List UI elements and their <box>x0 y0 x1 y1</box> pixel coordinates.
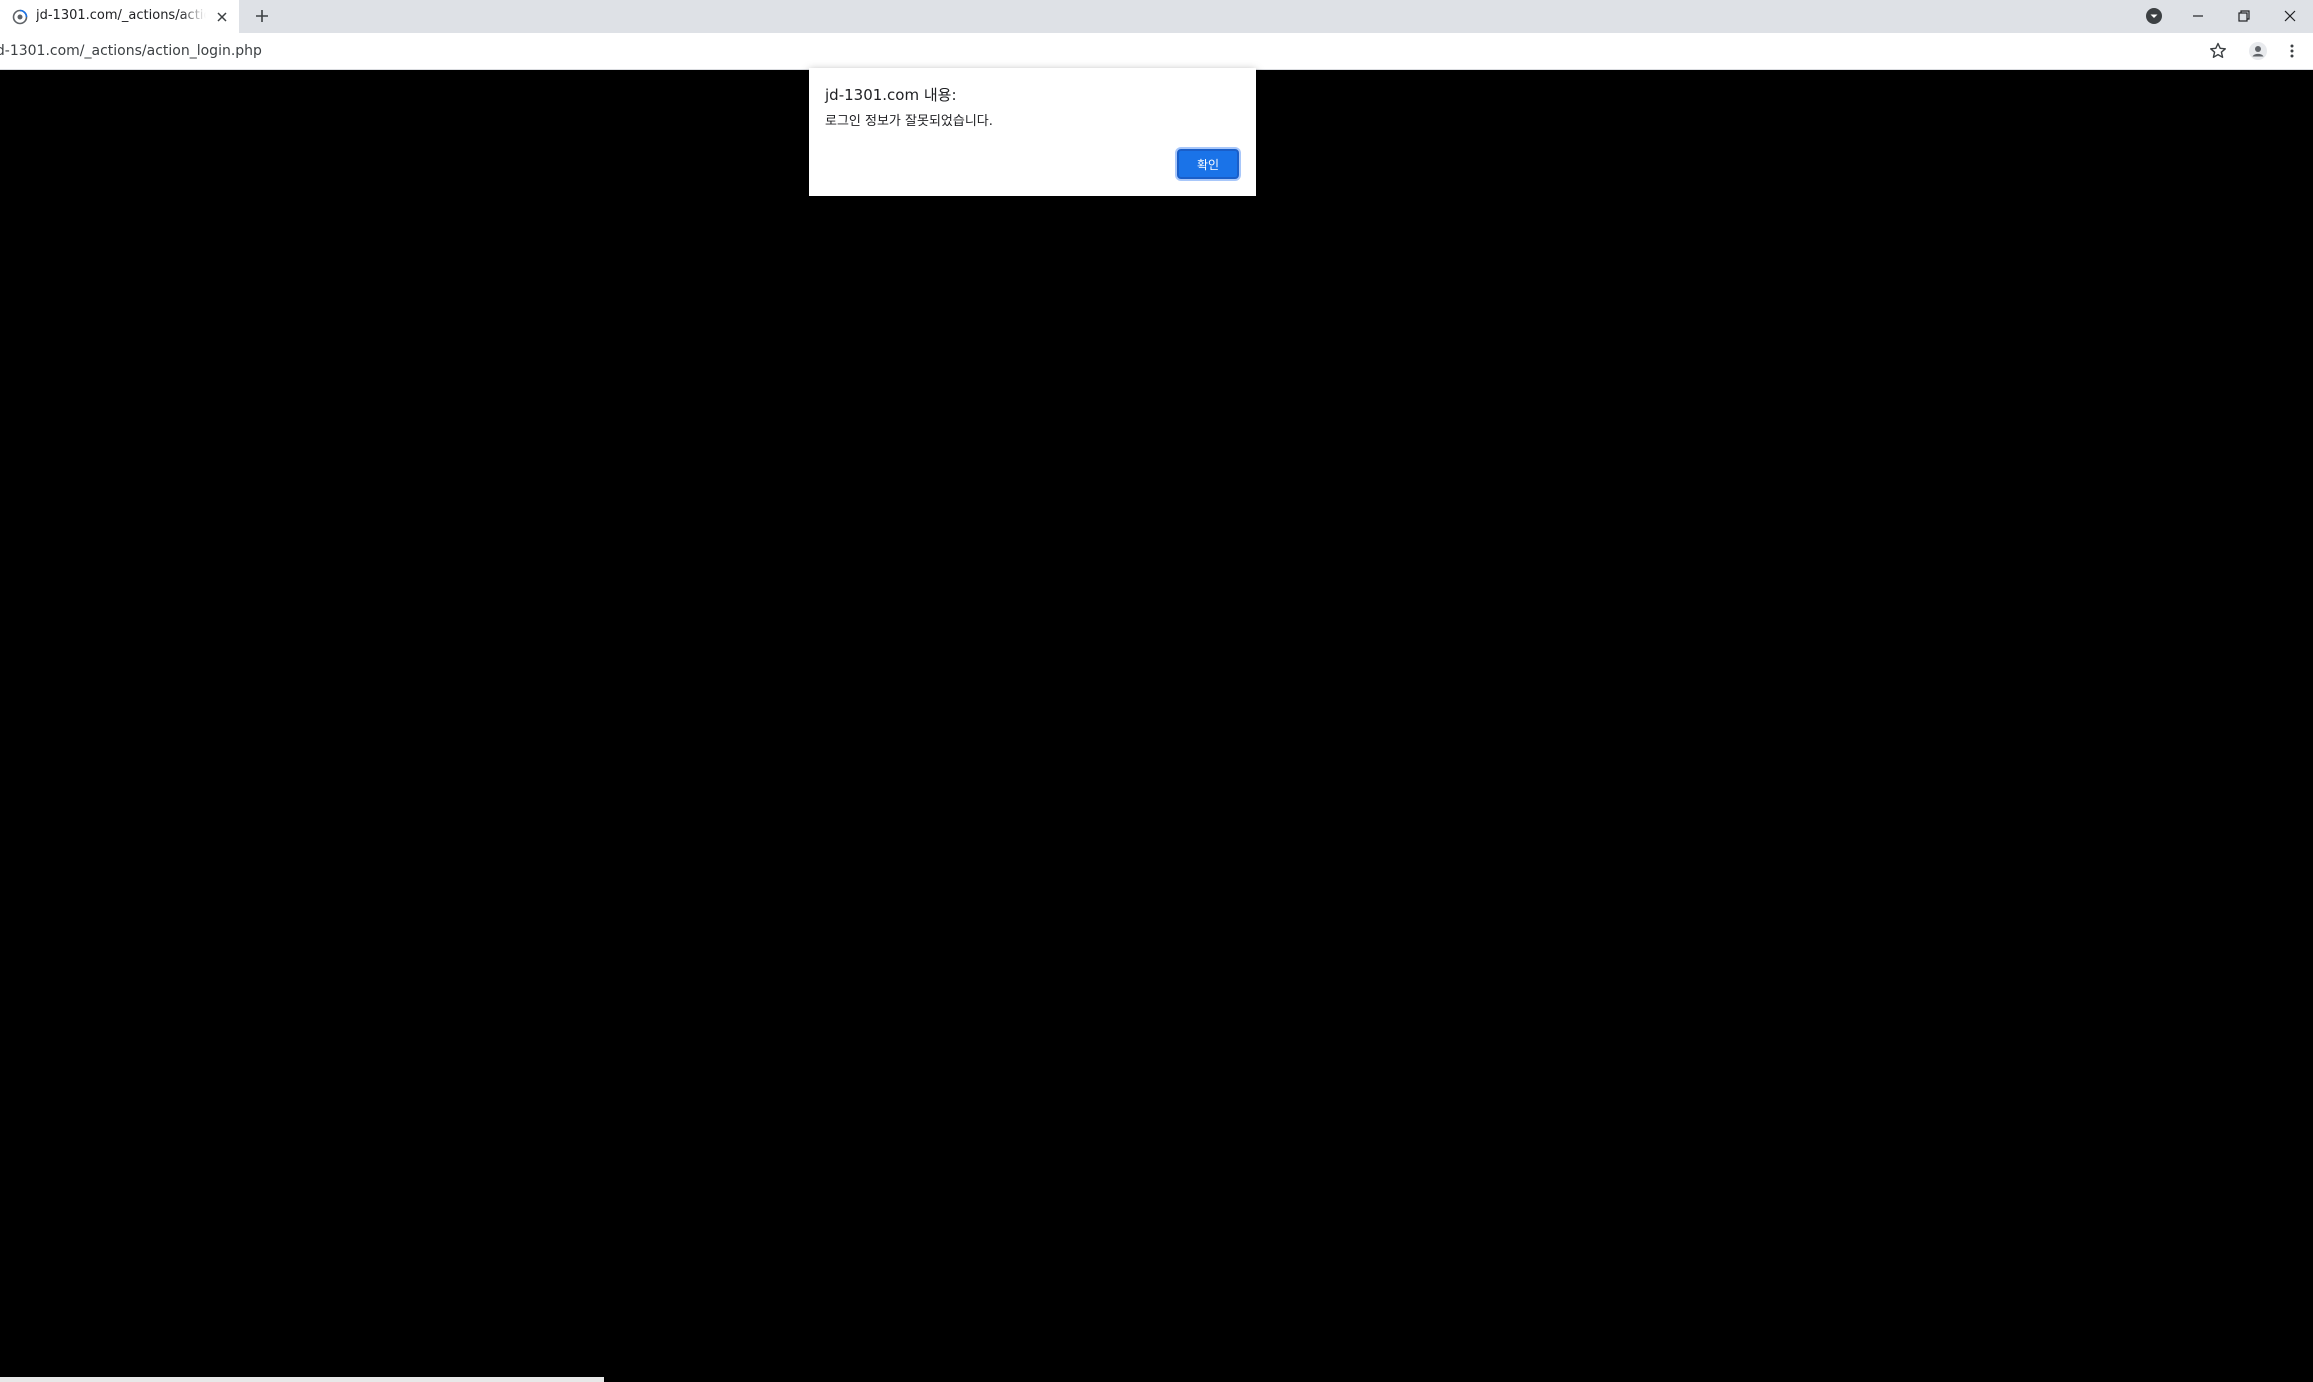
close-icon[interactable] <box>214 9 230 25</box>
ok-button[interactable]: 확인 <box>1177 149 1239 179</box>
tab-strip: jd-1301.com/_actions/action_login.php <box>0 0 2313 33</box>
alert-title: jd-1301.com 내용: <box>825 86 957 104</box>
browser-tab[interactable]: jd-1301.com/_actions/action_login.php <box>0 0 239 33</box>
alert-dialog: jd-1301.com 내용: 로그인 정보가 잘못되었습니다. 확인 <box>809 68 1256 196</box>
url-text: jd-1301.com/_actions/action_login.php <box>0 43 262 59</box>
minimize-icon[interactable] <box>2187 5 2209 27</box>
restore-icon[interactable] <box>2233 5 2255 27</box>
page-content <box>0 70 2313 1382</box>
tab-title: jd-1301.com/_actions/action_login.php <box>36 8 206 23</box>
menu-icon[interactable] <box>2282 41 2302 61</box>
star-icon[interactable] <box>2208 41 2228 61</box>
dropdown-icon[interactable] <box>2143 5 2165 27</box>
globe-icon <box>12 9 28 25</box>
address-toolbar: jd-1301.com/_actions/action_login.php <box>0 33 2313 70</box>
address-bar[interactable]: jd-1301.com/_actions/action_login.php <box>0 42 262 60</box>
alert-message: 로그인 정보가 잘못되었습니다. <box>825 114 993 129</box>
close-icon[interactable] <box>2279 5 2301 27</box>
plus-icon[interactable] <box>253 7 271 25</box>
profile-icon[interactable] <box>2248 41 2268 61</box>
horizontal-scrollbar[interactable] <box>0 1377 604 1382</box>
